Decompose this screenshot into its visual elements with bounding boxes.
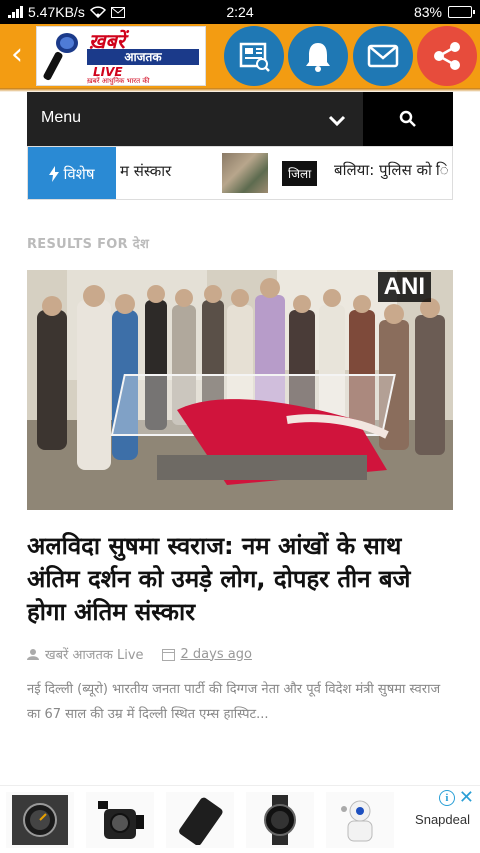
battery-icon (448, 6, 475, 18)
site-logo[interactable]: ख़बरें आजतक LIVE ख़बरें आधुनिक भारत की (36, 26, 206, 86)
ticker-item[interactable]: म संस्कार (120, 161, 171, 181)
logo-tagline: ख़बरें आधुनिक भारत की (87, 77, 150, 85)
sports-watch-icon (264, 795, 296, 845)
ad-product[interactable] (86, 792, 154, 848)
image-source-badge: ANI (377, 272, 431, 302)
mail-icon (367, 44, 399, 68)
ad-product[interactable] (6, 792, 74, 848)
status-time: 2:24 (226, 4, 254, 20)
ad-product[interactable] (246, 792, 314, 848)
robot-camera-icon (341, 800, 373, 842)
lightning-icon (49, 166, 60, 182)
ticker-category-badge: जिला (282, 161, 318, 186)
ad-brand[interactable]: Snapdeal (415, 812, 470, 827)
calendar-icon (161, 648, 175, 661)
back-chevron-icon[interactable]: ‹ (6, 38, 28, 74)
article-title[interactable]: अलविदा सुषमा स्वराज: नम आंखों के साथ अंत… (27, 530, 457, 629)
ad-product[interactable] (326, 792, 394, 848)
ticker-label: विशेष (28, 147, 116, 199)
search-icon (399, 110, 416, 127)
watch-icon (12, 795, 68, 845)
article-author[interactable]: खबरें आजतक Live (45, 645, 144, 663)
share-button[interactable] (417, 26, 477, 86)
article-photo (27, 270, 453, 510)
app-header: ‹ ख़बरें आजतक LIVE ख़बरें आधुनिक भारत की (0, 24, 480, 88)
results-heading: RESULTS FOR देश (27, 237, 150, 252)
search-button[interactable] (363, 92, 453, 146)
chevron-down-icon[interactable] (327, 110, 347, 130)
article-image[interactable]: ANI (27, 270, 453, 510)
ticker-label-text: विशेष (63, 165, 95, 183)
ticker-item[interactable]: बलिया: पुलिस को ि (334, 160, 449, 180)
menu-bar[interactable]: Menu (27, 92, 453, 146)
ad-close-icon[interactable]: ✕ (459, 789, 474, 807)
status-bar: 5.47KB/s 2:24 83% (0, 0, 480, 24)
battery-percent: 83% (413, 4, 442, 20)
mail-button[interactable] (353, 26, 413, 86)
notifications-button[interactable] (288, 26, 348, 86)
news-ticker[interactable]: विशेष म संस्कार जिला बलिया: पुलिस को ि (27, 146, 453, 200)
article-date[interactable]: 2 days ago (181, 647, 252, 662)
status-right: 83% (413, 4, 475, 20)
user-icon (27, 649, 39, 660)
bell-icon (306, 43, 330, 72)
microphone-icon (43, 33, 78, 81)
ad-product[interactable] (166, 792, 234, 848)
article-meta: खबरें आजतक Live 2 days ago (27, 645, 252, 663)
ticker-thumbnail[interactable] (222, 153, 268, 193)
action-camera-icon (98, 801, 144, 839)
logo-line2: आजतक (87, 49, 199, 65)
newspaper-icon (239, 42, 270, 72)
article-excerpt: नई दिल्ली (ब्यूरो) भारतीय जनता पार्टी की… (27, 682, 441, 722)
ad-banner[interactable]: i ✕ Snapdeal (0, 785, 480, 853)
ad-info-icon[interactable]: i (438, 790, 455, 806)
menu-label[interactable]: Menu (41, 109, 81, 127)
phone-case-icon (179, 797, 223, 845)
ad-controls: i ✕ (438, 789, 474, 807)
news-button[interactable] (224, 26, 284, 86)
share-icon (434, 42, 460, 70)
